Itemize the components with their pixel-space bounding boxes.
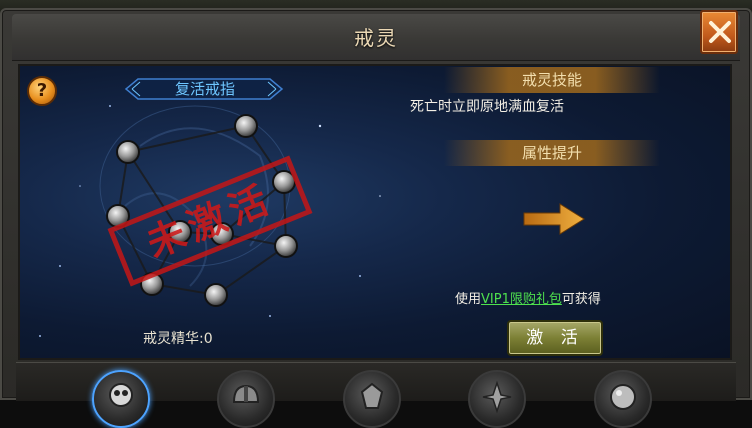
helmet-ring-icon xyxy=(232,384,260,403)
close-icon xyxy=(709,21,731,43)
essence-value: 0 xyxy=(203,331,213,347)
spike-ring-icon xyxy=(482,380,512,414)
orb-ring-icon xyxy=(610,384,636,410)
arrow-right-icon xyxy=(523,203,585,235)
help-button[interactable]: ? xyxy=(27,76,57,106)
ring-name: 复活戒指 xyxy=(174,80,235,98)
skull-ring-icon xyxy=(109,383,133,407)
obtain-hint: 使用VIP1限购礼包可获得 xyxy=(455,288,601,307)
attribute-header: 属性提升 xyxy=(444,140,660,166)
activate-button[interactable]: 激 活 xyxy=(507,320,603,356)
essence-counter: 戒灵精华:0 xyxy=(143,328,213,348)
ring-slot-5[interactable] xyxy=(594,370,652,428)
essence-label: 戒灵精华: xyxy=(143,331,204,347)
skill-header: 戒灵技能 xyxy=(444,67,660,93)
ring-slot-4[interactable] xyxy=(468,370,526,428)
node-7 xyxy=(274,234,298,258)
obtain-prefix: 使用 xyxy=(455,292,482,307)
node-2 xyxy=(234,114,258,138)
dialog-title: 戒灵 xyxy=(354,26,398,50)
obtain-suffix: 可获得 xyxy=(561,292,601,307)
node-1 xyxy=(116,140,140,164)
ring-slot-3[interactable] xyxy=(343,370,401,428)
node-9 xyxy=(204,283,228,307)
crest-ring-icon xyxy=(360,382,384,409)
vip-pack-link[interactable]: VIP1限购礼包 xyxy=(481,292,562,307)
ring-slot-1[interactable] xyxy=(92,370,150,428)
skill-description: 死亡时立即原地满血复活 xyxy=(410,99,564,115)
ring-slot-2[interactable] xyxy=(217,370,275,428)
close-button[interactable] xyxy=(700,10,738,54)
